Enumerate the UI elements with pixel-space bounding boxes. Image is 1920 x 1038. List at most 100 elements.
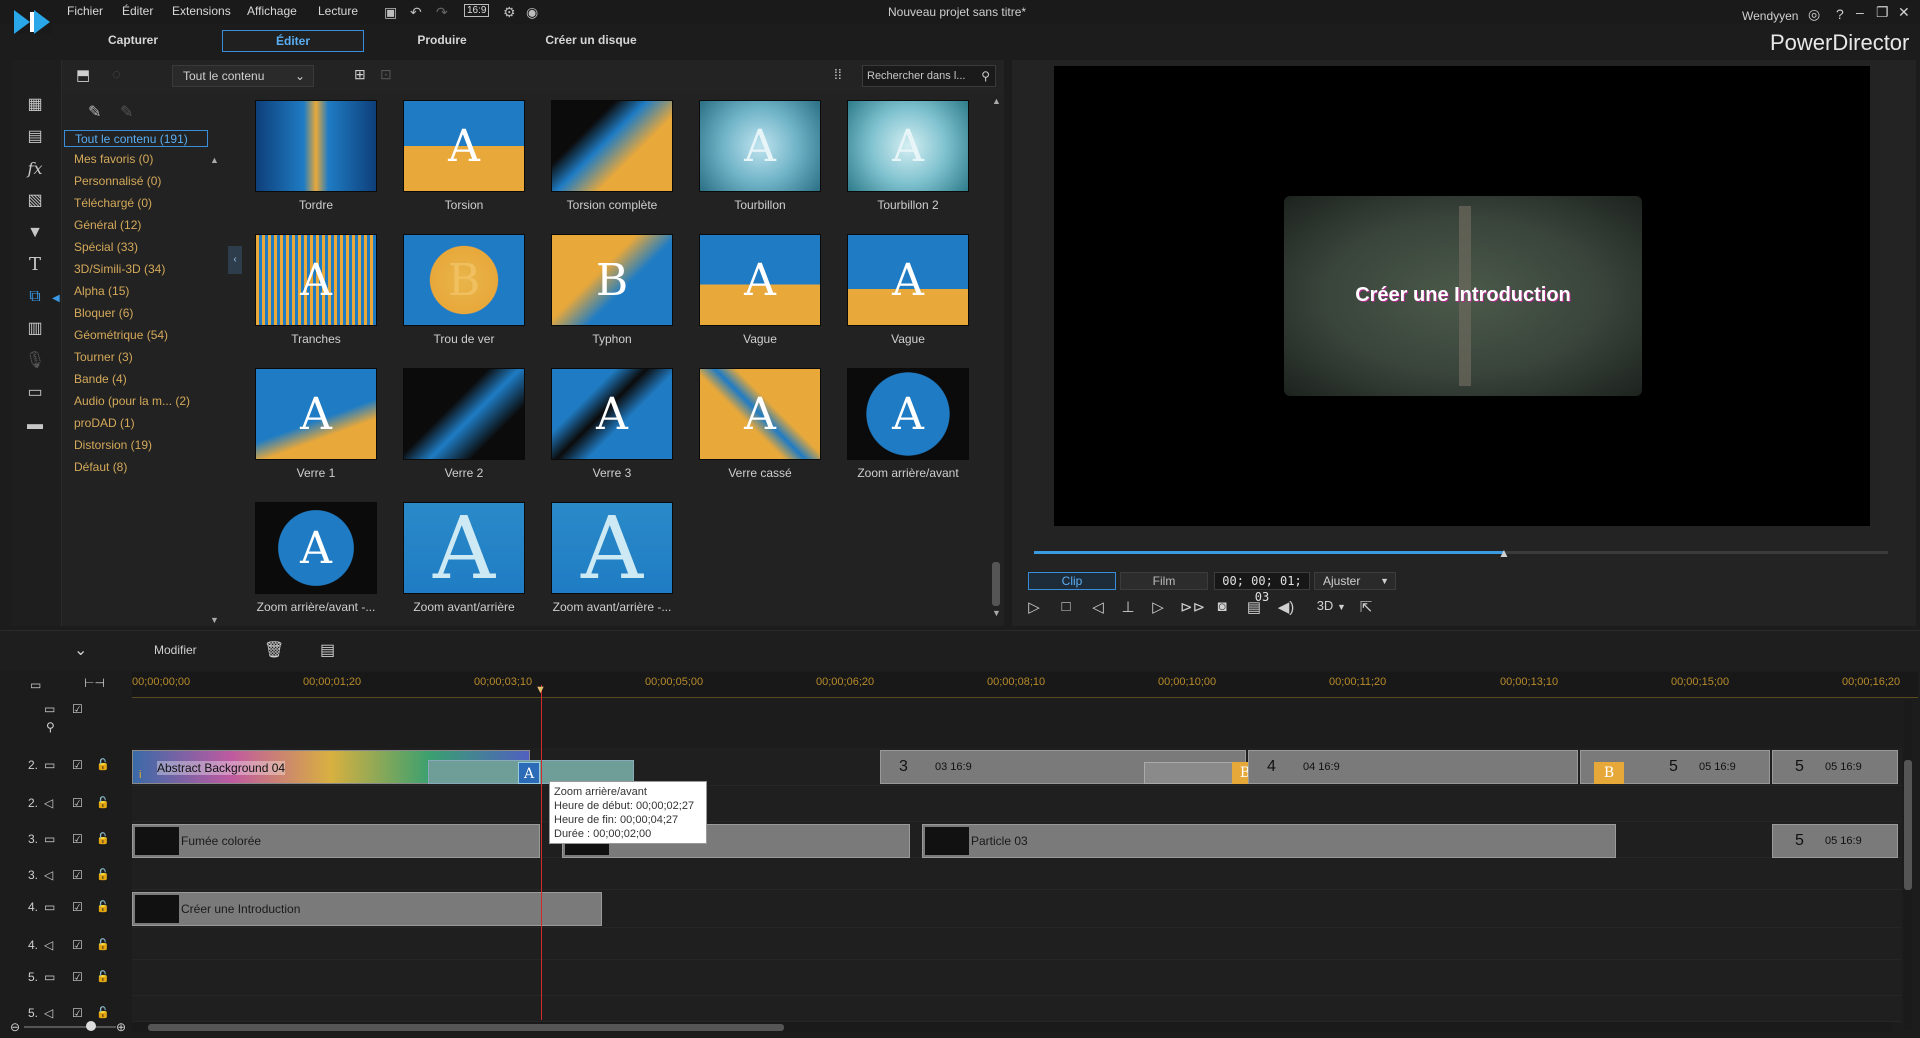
- movie-mode-tab[interactable]: Film: [1120, 572, 1208, 590]
- transition-marker-icon[interactable]: B: [1594, 762, 1624, 784]
- video-clip-4[interactable]: 4 04 16:9: [1248, 750, 1578, 784]
- marker-track-checkbox[interactable]: ☑: [72, 702, 83, 716]
- volume-icon[interactable]: ◀): [1276, 598, 1296, 616]
- video-clip-5b[interactable]: 5 05 16:9: [1772, 750, 1898, 784]
- library-scrollbar[interactable]: ▲ ▼: [990, 96, 1002, 622]
- timeline-vertical-scrollbar[interactable]: [1904, 700, 1912, 1030]
- help-icon[interactable]: ?: [1836, 6, 1844, 22]
- category-item[interactable]: Géométrique (54): [74, 328, 168, 342]
- transition-thumbnail[interactable]: A: [847, 368, 969, 460]
- video-clip-5c[interactable]: 5 05 16:9: [1772, 824, 1898, 858]
- subtitle-room-icon[interactable]: ▬: [24, 414, 46, 436]
- category-item[interactable]: Mes favoris (0): [74, 152, 153, 166]
- lock-icon[interactable]: 🔓: [96, 900, 110, 913]
- particle-room-icon[interactable]: ▼: [24, 222, 46, 244]
- voiceover-room-icon[interactable]: 🎙: [24, 350, 46, 372]
- transition-thumbnail[interactable]: A: [403, 100, 525, 192]
- 3d-dropdown-icon[interactable]: ▼: [1337, 602, 1346, 612]
- apply-to-all-icon[interactable]: ⊡: [380, 66, 392, 83]
- lock-icon[interactable]: 🔓: [96, 868, 110, 881]
- transition-thumbnail[interactable]: A: [699, 234, 821, 326]
- scroll-up-icon[interactable]: ▲: [210, 155, 219, 165]
- undock-icon[interactable]: ⇱: [1356, 598, 1376, 616]
- transition-thumbnail[interactable]: A: [403, 502, 525, 594]
- collapse-category-button[interactable]: ‹: [228, 246, 242, 274]
- menu-extensions[interactable]: Extensions: [172, 4, 231, 18]
- vertical-scroll-thumb[interactable]: [1904, 760, 1912, 890]
- content-filter-select[interactable]: Tout le contenu ⌄: [172, 65, 314, 87]
- account-icon[interactable]: ◎: [1808, 6, 1820, 23]
- subtitles-icon[interactable]: ▤: [1244, 598, 1264, 616]
- transition-thumbnail[interactable]: A: [255, 368, 377, 460]
- clip-mode-tab[interactable]: Clip: [1028, 572, 1116, 590]
- play-icon[interactable]: ▷: [1024, 598, 1044, 616]
- timecode-field[interactable]: 00; 00; 01; 03: [1214, 572, 1310, 604]
- user-name[interactable]: Wendyyen: [1742, 9, 1798, 23]
- transition-thumbnail[interactable]: A: [847, 234, 969, 326]
- undo-icon[interactable]: ↶: [410, 4, 422, 21]
- category-item[interactable]: Général (12): [74, 218, 141, 232]
- track-enable-checkbox[interactable]: ☑: [72, 796, 83, 810]
- menu-file[interactable]: Fichier: [67, 4, 103, 18]
- library-search-input[interactable]: Rechercher dans l... ⚲: [862, 65, 996, 87]
- redo-icon[interactable]: ↷: [436, 4, 448, 21]
- scroll-up-icon[interactable]: ▲: [992, 96, 1001, 106]
- playhead-handle-icon[interactable]: ▼: [535, 684, 546, 696]
- transition-thumbnail[interactable]: B: [551, 234, 673, 326]
- dropdown-circle-icon[interactable]: ⌄: [74, 640, 87, 660]
- import-media-icon[interactable]: ⬒: [76, 66, 90, 84]
- transition-thumbnail[interactable]: A: [699, 368, 821, 460]
- template-room-icon[interactable]: ▤: [24, 126, 46, 148]
- timeline-scroll-thumb[interactable]: [148, 1024, 784, 1031]
- fast-forward-icon[interactable]: ⊳⊳: [1180, 598, 1205, 616]
- download-content-icon[interactable]: ◌: [112, 66, 121, 83]
- settings-icon[interactable]: ⚙: [503, 4, 516, 21]
- zoom-fit-select[interactable]: Ajuster ▼: [1314, 572, 1396, 590]
- category-item[interactable]: Distorsion (19): [74, 438, 152, 452]
- lock-icon[interactable]: 🔓: [96, 758, 110, 771]
- chapter-room-icon[interactable]: ▭: [24, 382, 46, 404]
- track-enable-checkbox[interactable]: ☑: [72, 758, 83, 772]
- media-room-icon[interactable]: ▦: [24, 94, 46, 116]
- category-item[interactable]: Spécial (33): [74, 240, 138, 254]
- effect-room-icon[interactable]: fx: [24, 158, 46, 180]
- category-item[interactable]: Téléchargé (0): [74, 196, 152, 210]
- track-row[interactable]: [132, 786, 1902, 822]
- zoom-slider[interactable]: [24, 1026, 116, 1028]
- menu-playback[interactable]: Lecture: [318, 4, 358, 18]
- modify-button[interactable]: Modifier: [154, 643, 197, 657]
- more-functions-icon[interactable]: ▤: [320, 640, 335, 660]
- transition-thumbnail[interactable]: A: [255, 502, 377, 594]
- tab-edit[interactable]: Éditer: [222, 30, 364, 52]
- track-enable-checkbox[interactable]: ☑: [72, 900, 83, 914]
- stop-icon[interactable]: □: [1056, 598, 1076, 615]
- scroll-down-icon[interactable]: ▼: [992, 608, 1001, 618]
- tab-produce[interactable]: Produire: [371, 30, 513, 52]
- add-to-favorites-icon[interactable]: ⊞: [354, 66, 366, 83]
- category-item[interactable]: Tout le contenu (191): [64, 130, 208, 147]
- tab-create-disc[interactable]: Créer un disque: [520, 30, 662, 52]
- remove-tag-icon[interactable]: ✎: [120, 102, 133, 122]
- scroll-down-icon[interactable]: ▼: [210, 615, 219, 625]
- category-item[interactable]: Défaut (8): [74, 460, 127, 474]
- track-row[interactable]: [132, 928, 1902, 960]
- transition-thumbnail[interactable]: [403, 368, 525, 460]
- category-item[interactable]: Audio (pour la m... (2): [74, 394, 190, 408]
- 3d-mode-button[interactable]: 3D: [1310, 598, 1340, 613]
- lock-icon[interactable]: 🔓: [96, 796, 110, 809]
- zoom-in-icon[interactable]: ⊕: [116, 1020, 126, 1034]
- playhead-line[interactable]: [541, 685, 542, 1020]
- lock-icon[interactable]: 🔓: [96, 832, 110, 845]
- category-item[interactable]: Tourner (3): [74, 350, 133, 364]
- transition-thumbnail[interactable]: [551, 100, 673, 192]
- category-item[interactable]: Bloquer (6): [74, 306, 133, 320]
- audio-mixing-room-icon[interactable]: ▥: [24, 318, 46, 340]
- delete-icon[interactable]: 🗑: [264, 640, 284, 660]
- menu-view[interactable]: Affichage: [247, 4, 297, 18]
- lock-icon[interactable]: 🔓: [96, 970, 110, 983]
- restore-icon[interactable]: ❐: [1876, 4, 1889, 21]
- menu-edit[interactable]: Éditer: [122, 4, 153, 18]
- category-item[interactable]: proDAD (1): [74, 416, 135, 430]
- track-enable-checkbox[interactable]: ☑: [72, 868, 83, 882]
- save-icon[interactable]: ▣: [384, 4, 397, 21]
